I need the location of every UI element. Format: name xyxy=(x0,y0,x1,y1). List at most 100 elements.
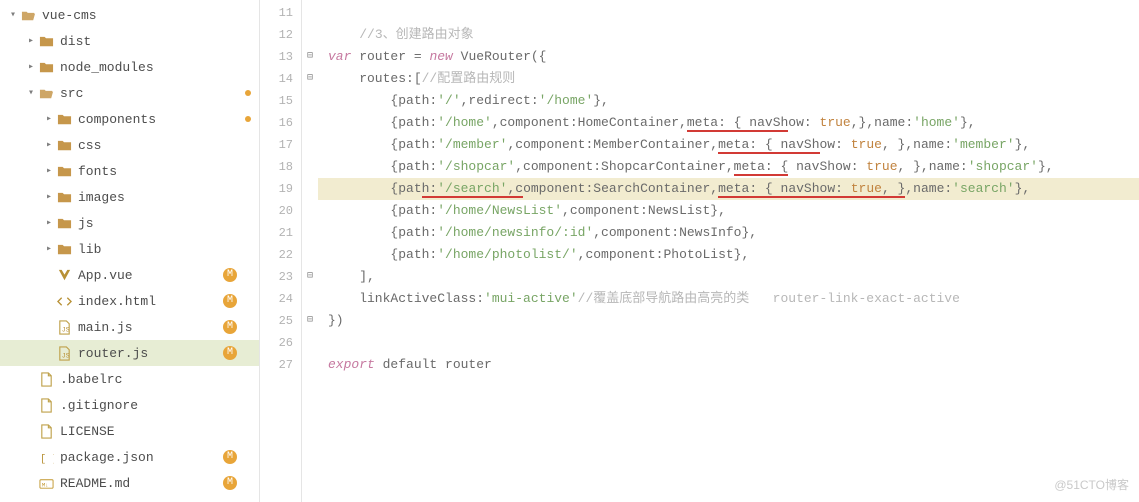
code-line[interactable] xyxy=(324,2,1139,24)
code-line[interactable]: export default router xyxy=(324,354,1139,376)
file-item-license[interactable]: LICENSE xyxy=(0,418,259,444)
modified-badge: M xyxy=(223,294,237,308)
code-token: }, xyxy=(1038,159,1054,174)
fold-gutter[interactable]: ⊟⊟⊟⊟ xyxy=(302,0,318,502)
tree-item-label: router.js xyxy=(78,346,241,361)
modified-badge: M xyxy=(223,320,237,334)
code-line[interactable]: {path:'/home',component:HomeContainer,me… xyxy=(324,112,1139,134)
chevron-right-icon[interactable]: ▸ xyxy=(42,191,56,203)
file-item--babelrc[interactable]: .babelrc xyxy=(0,366,259,392)
chevron-down-icon[interactable]: ▾ xyxy=(6,9,20,21)
code-line[interactable] xyxy=(324,332,1139,354)
code-line[interactable]: linkActiveClass:'mui-active'//覆盖底部导航路由高亮… xyxy=(324,288,1139,310)
file-item--gitignore[interactable]: .gitignore xyxy=(0,392,259,418)
fold-placeholder xyxy=(302,112,318,134)
code-token: ,component:NewsInfo}, xyxy=(593,225,757,240)
folder-icon xyxy=(56,164,72,179)
code-line[interactable]: //3、创建路由对象 xyxy=(324,24,1139,46)
file-item-app-vue[interactable]: App.vueM xyxy=(0,262,259,288)
code-line[interactable]: {path:'/',redirect:'/home'}, xyxy=(324,90,1139,112)
tree-item-label: vue-cms xyxy=(42,8,241,23)
code-line[interactable]: routes:[//配置路由规则 xyxy=(324,68,1139,90)
folder-item-fonts[interactable]: ▸fonts xyxy=(0,158,259,184)
modified-badge: M xyxy=(223,268,237,282)
fold-placeholder xyxy=(302,2,318,24)
code-token: //3、创建路由对象 xyxy=(359,27,473,42)
chevron-right-icon[interactable]: ▸ xyxy=(42,139,56,151)
code-line[interactable]: {path:'/search',component:SearchContaine… xyxy=(318,178,1139,200)
folder-item-images[interactable]: ▸images xyxy=(0,184,259,210)
code-token: {path: xyxy=(328,159,437,174)
file-item-index-html[interactable]: index.htmlM xyxy=(0,288,259,314)
code-line[interactable]: var router = new VueRouter({ xyxy=(324,46,1139,68)
file-item-readme-md[interactable]: README.mdM xyxy=(0,470,259,496)
js-icon xyxy=(56,346,72,361)
code-token: routes:[ xyxy=(328,71,422,86)
line-number: 27 xyxy=(260,354,293,376)
line-number: 14 xyxy=(260,68,293,90)
code-token: default router xyxy=(375,357,492,372)
chevron-right-icon[interactable]: ▸ xyxy=(42,113,56,125)
folder-icon xyxy=(56,190,72,205)
tree-item-label: App.vue xyxy=(78,268,241,283)
code-token: true xyxy=(820,115,851,130)
code-line[interactable]: {path:'/home/newsinfo/:id',component:New… xyxy=(324,222,1139,244)
code-token: {path: xyxy=(328,225,437,240)
folder-item-lib[interactable]: ▸lib xyxy=(0,236,259,262)
ide-window: ▾ vue-cms ▸dist▸node_modules ▾ src ▸component… xyxy=(0,0,1139,502)
changes-dot xyxy=(245,116,251,122)
folder-item-css[interactable]: ▸css xyxy=(0,132,259,158)
code-line[interactable]: {path:'/member',component:MemberContaine… xyxy=(324,134,1139,156)
line-number: 13 xyxy=(260,46,293,68)
line-number: 26 xyxy=(260,332,293,354)
chevron-right-icon[interactable]: ▸ xyxy=(24,35,38,47)
file-tree[interactable]: ▾ vue-cms ▸dist▸node_modules ▾ src ▸component… xyxy=(0,0,260,502)
code-line[interactable]: {path:'/home/photolist/',component:Photo… xyxy=(324,244,1139,266)
folder-item-js[interactable]: ▸js xyxy=(0,210,259,236)
file-item-package-json[interactable]: package.jsonM xyxy=(0,444,259,470)
fold-close-icon[interactable]: ⊟ xyxy=(302,310,318,332)
folder-item-components[interactable]: ▸components xyxy=(0,106,259,132)
fold-placeholder xyxy=(302,90,318,112)
code-token: ,c xyxy=(507,181,523,198)
chevron-right-icon[interactable]: ▸ xyxy=(24,61,38,73)
code-line[interactable]: {path:'/shopcar',component:ShopcarContai… xyxy=(324,156,1139,178)
line-number: 12 xyxy=(260,24,293,46)
code-line[interactable]: {path:'/home/NewsList',component:NewsLis… xyxy=(324,200,1139,222)
chevron-right-icon[interactable]: ▸ xyxy=(42,165,56,177)
tree-item-label: src xyxy=(60,86,241,101)
fold-open-icon[interactable]: ⊟ xyxy=(302,46,318,68)
folder-icon xyxy=(38,34,54,49)
folder-item-dist[interactable]: ▸dist xyxy=(0,28,259,54)
line-number: 15 xyxy=(260,90,293,112)
folder-item-src[interactable]: ▾ src xyxy=(0,80,259,106)
file-icon xyxy=(38,424,54,439)
code-token: meta: { navShow: xyxy=(718,181,851,198)
fold-placeholder xyxy=(302,354,318,376)
chevron-down-icon[interactable]: ▾ xyxy=(24,87,38,99)
code-area[interactable]: //3、创建路由对象 var router = new VueRouter({ r… xyxy=(318,0,1139,502)
md-icon xyxy=(38,476,54,491)
chevron-right-icon[interactable]: ▸ xyxy=(42,217,56,229)
code-token: linkActiveClass: xyxy=(328,291,484,306)
line-number: 18 xyxy=(260,156,293,178)
code-token: ,name: xyxy=(905,181,952,196)
chevron-right-icon[interactable]: ▸ xyxy=(42,243,56,255)
code-token: , },name: xyxy=(882,137,952,152)
code-token: '/home/newsinfo/:id' xyxy=(437,225,593,240)
code-token: ,component:ShopcarContainer, xyxy=(515,159,733,174)
file-item-main-js[interactable]: main.jsM xyxy=(0,314,259,340)
fold-close-icon[interactable]: ⊟ xyxy=(302,266,318,288)
code-line[interactable]: ], xyxy=(324,266,1139,288)
file-item-router-js[interactable]: router.jsM xyxy=(0,340,259,366)
code-editor[interactable]: 1112131415161718192021222324252627 ⊟⊟⊟⊟ … xyxy=(260,0,1139,502)
fold-open-icon[interactable]: ⊟ xyxy=(302,68,318,90)
file-item-webpack-config-js[interactable]: webpack.config.js xyxy=(0,496,259,502)
code-token: ow: xyxy=(788,115,819,130)
code-token: }) xyxy=(328,313,344,328)
code-token: h: xyxy=(422,181,438,198)
folder-item-vue-cms[interactable]: ▾ vue-cms xyxy=(0,2,259,28)
code-line[interactable]: }) xyxy=(324,310,1139,332)
folder-open-icon xyxy=(20,8,36,23)
folder-item-node-modules[interactable]: ▸node_modules xyxy=(0,54,259,80)
